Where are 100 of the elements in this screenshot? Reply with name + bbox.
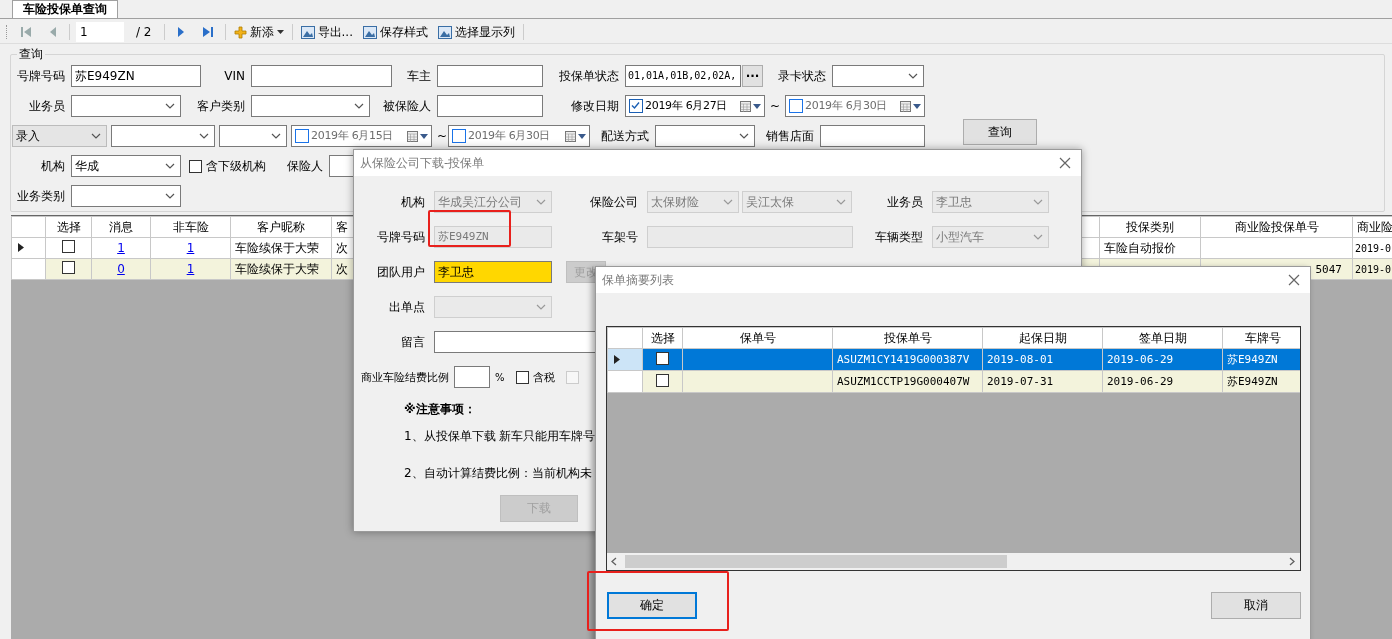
dropdown[interactable] (219, 125, 287, 147)
caret-icon (420, 133, 428, 139)
column-header[interactable]: 车牌号 (1222, 327, 1300, 349)
last-page-icon[interactable] (201, 26, 214, 38)
toolbar-button[interactable]: 选择显示列 (435, 22, 517, 42)
non-auto-count-link[interactable]: 1 (186, 262, 195, 276)
checkbox[interactable] (62, 240, 75, 253)
checkbox[interactable] (789, 99, 803, 113)
checkbox[interactable] (656, 373, 669, 387)
non-auto-count-link[interactable]: 1 (186, 241, 195, 255)
group-title: 查询 (17, 47, 45, 61)
dropdown[interactable] (111, 125, 215, 147)
caret-icon (913, 103, 921, 109)
checkbox[interactable] (189, 159, 202, 173)
checkbox[interactable] (452, 129, 466, 143)
ok-button[interactable]: 确定 (607, 592, 697, 619)
dropdown[interactable] (71, 185, 181, 207)
range-separator: ~ (768, 99, 782, 113)
field-label: 投保单状态 (558, 67, 620, 85)
field-label: 机构 (40, 157, 66, 175)
row-header (11, 216, 46, 238)
toolbar-button[interactable]: 保存样式 (360, 22, 430, 42)
field-label: 保险公司 (589, 193, 639, 211)
column-header[interactable]: 起保日期 (982, 327, 1103, 349)
column-header[interactable]: 商业险投保单号 (1200, 216, 1353, 238)
notice-text: 1、从投保单下载 新车只能用车牌号 (404, 428, 597, 445)
page-total: / 2 (136, 25, 152, 39)
field-label: 出单点 (388, 298, 426, 316)
field-label: 业务类别 (16, 187, 66, 205)
tab[interactable]: 车险投保单查询 (12, 0, 118, 18)
dropdown[interactable]: 录入 (12, 125, 107, 147)
text-field[interactable]: 李卫忠 (434, 261, 552, 283)
window-title: 从保险公司下载-投保单 (360, 154, 485, 172)
row-pointer-icon (18, 243, 24, 252)
message-count-link[interactable]: 0 (117, 262, 125, 276)
table-cell: 车险自动报价 (1099, 237, 1201, 259)
browse-button[interactable]: ··· (742, 65, 763, 87)
column-header[interactable]: 投保单号 (832, 327, 983, 349)
column-header[interactable]: 保单号 (682, 327, 833, 349)
text-field[interactable] (437, 65, 543, 87)
text-field[interactable]: 苏E949ZN (71, 65, 201, 87)
checkbox[interactable] (295, 129, 309, 143)
text-field[interactable] (454, 366, 490, 388)
dropdown[interactable] (832, 65, 924, 87)
checkbox[interactable] (62, 261, 75, 274)
date-picker[interactable]: 2019年 6月30日 (785, 95, 925, 117)
column-header[interactable]: 选择 (45, 216, 92, 238)
field-label: 保险人 (286, 157, 324, 175)
date-picker[interactable]: 2019年 6月15日 (291, 125, 432, 147)
field-label: 业务员 (886, 193, 924, 211)
chevron-down-icon (271, 133, 281, 139)
dropdown[interactable]: 华成 (71, 155, 181, 177)
page-number-field[interactable]: 1 (76, 22, 124, 42)
next-page-icon[interactable] (175, 26, 186, 38)
text-field[interactable] (437, 95, 543, 117)
chevron-down-icon (165, 193, 175, 199)
dropdown[interactable] (655, 125, 755, 147)
field-label: 配送方式 (600, 127, 650, 145)
text-field[interactable] (251, 65, 392, 87)
date-picker[interactable]: 2019年 6月30日 (448, 125, 590, 147)
date-picker[interactable]: 2019年 6月27日 (625, 95, 765, 117)
calendar-icon (900, 100, 911, 112)
chevron-down-icon (199, 133, 209, 139)
add-button[interactable]: 新添 (231, 22, 286, 42)
cancel-button[interactable]: 取消 (1211, 592, 1301, 619)
field-label: 被保险人 (382, 97, 432, 115)
message-count-link[interactable]: 1 (117, 241, 125, 255)
horizontal-scrollbar[interactable] (607, 553, 1300, 570)
column-header[interactable]: 非车险 (150, 216, 231, 238)
column-header[interactable]: 客户昵称 (230, 216, 332, 238)
chevron-down-icon (1033, 199, 1043, 205)
column-header[interactable]: 投保类别 (1099, 216, 1201, 238)
toolbar-button[interactable]: 导出... (298, 22, 355, 42)
close-icon[interactable] (1059, 157, 1071, 169)
chevron-down-icon (1033, 234, 1043, 240)
column-header[interactable]: 消息 (91, 216, 151, 238)
text-field[interactable] (329, 155, 353, 177)
field-label: 机构 (400, 193, 426, 211)
chevron-down-icon (91, 133, 101, 139)
close-icon[interactable] (1288, 274, 1300, 286)
row-header[interactable] (607, 348, 643, 371)
table-cell: ASUZM1CY1419G000387V (832, 348, 983, 371)
table-cell: 车险续保于大荣 (230, 237, 332, 259)
checkbox[interactable] (656, 351, 669, 365)
row-header[interactable] (11, 237, 46, 259)
query-button[interactable]: 查询 (963, 119, 1037, 145)
checkbox[interactable] (515, 370, 529, 384)
column-header[interactable]: 选择 (642, 327, 683, 349)
dropdown[interactable] (251, 95, 370, 117)
column-header[interactable]: 签单日期 (1102, 327, 1223, 349)
checkbox[interactable] (629, 99, 643, 113)
text-field[interactable]: 01,01A,01B,02,02A, (625, 65, 741, 87)
checkbox-label: 含下级机构 (206, 157, 266, 175)
calendar-icon (565, 130, 576, 142)
calendar-icon (740, 100, 751, 112)
text-field[interactable] (820, 125, 925, 147)
unit-label: % (495, 371, 505, 383)
dropdown[interactable] (71, 95, 181, 117)
chevron-down-icon (536, 199, 546, 205)
notice-text: 2、自动计算结费比例：当前机构未 (404, 465, 593, 482)
